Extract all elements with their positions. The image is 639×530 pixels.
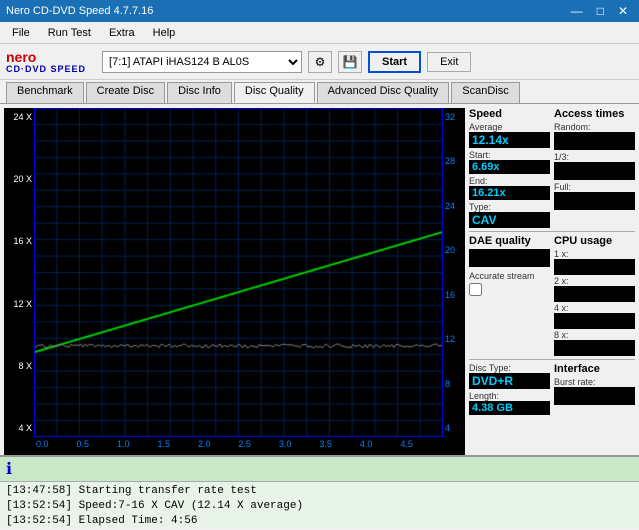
log-line-2: [13:52:54] Speed:7-16 X CAV (12.14 X ave… [6,499,633,514]
interface-section: Interface Burst rate: [554,363,635,415]
onethird-value-box [554,162,635,180]
menu-help[interactable]: Help [145,25,184,41]
dae-quality-box [469,249,550,267]
start-value: 6.69x [469,160,550,174]
accurate-stream-checkbox[interactable] [469,283,482,296]
drive-select[interactable]: [7:1] ATAPI iHAS124 B AL0S [102,51,302,73]
access-times-title: Access times [554,108,635,120]
right-panel: Speed Average 12.14x Start: 6.69x End: 1… [467,104,639,455]
log-content: [13:47:58] Starting transfer rate test [… [0,482,639,530]
dae-quality-title: DAE quality [469,235,550,247]
options-icon-button[interactable]: ⚙ [308,51,332,73]
speed-title: Speed [469,108,550,120]
cpu-2x-box [554,286,635,302]
type-label: Type: [469,202,550,212]
start-label: Start: [469,150,550,160]
accurate-stream-label: Accurate stream [469,271,550,281]
full-label: Full: [554,182,635,192]
burst-label: Burst rate: [554,377,635,387]
log-area: ℹ [13:47:58] Starting transfer rate test… [0,455,639,529]
toolbar: nero CD·DVD SPEED [7:1] ATAPI iHAS124 B … [0,44,639,80]
log-icon: ℹ [6,459,12,479]
tab-scan-disc[interactable]: ScanDisc [451,82,519,103]
random-value-box [554,132,635,150]
interface-title: Interface [554,363,635,375]
full-value-box [554,192,635,210]
menubar: File Run Test Extra Help [0,22,639,44]
tab-create-disc[interactable]: Create Disc [86,82,165,103]
start-button[interactable]: Start [368,51,421,73]
menu-extra[interactable]: Extra [101,25,143,41]
type-value: CAV [469,212,550,228]
exit-button[interactable]: Exit [427,52,471,72]
minimize-button[interactable]: — [566,3,588,19]
average-label: Average [469,122,550,132]
cpu-4x-box [554,313,635,329]
disc-section: Disc Type: DVD+R Length: 4.38 GB [469,363,550,415]
tab-disc-quality[interactable]: Disc Quality [234,82,315,103]
random-label: Random: [554,122,635,132]
log-header: ℹ [0,457,639,482]
disc-type-value: DVD+R [469,373,550,389]
tab-benchmark[interactable]: Benchmark [6,82,84,103]
disc-length-label: Length: [469,391,550,401]
access-times-section: Access times Random: 1/3: Full: [554,108,635,228]
disc-type-label: Disc Type: [469,363,550,373]
chart-area: 24 X 20 X 16 X 12 X 8 X 4 X 32 28 24 20 [4,108,465,455]
8x-label: 8 x: [554,330,635,340]
logo-sub: CD·DVD SPEED [6,64,86,74]
cpu-1x-box [554,259,635,275]
2x-label: 2 x: [554,276,635,286]
end-label: End: [469,176,550,186]
y-axis-right: 32 28 24 20 16 12 8 4 [443,108,465,437]
tab-advanced-disc-quality[interactable]: Advanced Disc Quality [317,82,450,103]
close-button[interactable]: ✕ [613,3,633,19]
titlebar: Nero CD-DVD Speed 4.7.7.16 — □ ✕ [0,0,639,22]
onethird-label: 1/3: [554,152,635,162]
x-axis: 0.0 0.5 1.0 1.5 2.0 2.5 3.0 3.5 4.0 4.5 [4,437,465,455]
burst-value-box [554,387,635,405]
menu-run-test[interactable]: Run Test [40,25,99,41]
dae-quality-section: DAE quality Accurate stream [469,235,550,356]
cpu-8x-box [554,340,635,356]
menu-file[interactable]: File [4,25,38,41]
app-title: Nero CD-DVD Speed 4.7.7.16 [6,5,153,17]
average-value: 12.14x [469,132,550,148]
cpu-usage-title: CPU usage [554,235,635,247]
speed-section: Speed Average 12.14x Start: 6.69x End: 1… [469,108,550,228]
window-controls: — □ ✕ [566,3,633,19]
y-axis-left: 24 X 20 X 16 X 12 X 8 X 4 X [4,108,34,437]
logo-nero: nero [6,50,36,64]
cpu-usage-section: CPU usage 1 x: 2 x: 4 x: 8 x: [554,235,635,356]
4x-label: 4 x: [554,303,635,313]
1x-label: 1 x: [554,249,635,259]
log-line-1: [13:47:58] Starting transfer rate test [6,484,633,499]
logo: nero CD·DVD SPEED [6,50,86,74]
disc-length-value: 4.38 GB [469,401,550,415]
maximize-button[interactable]: □ [592,3,609,19]
end-value: 16.21x [469,186,550,200]
log-line-3: [13:52:54] Elapsed Time: 4:56 [6,514,633,529]
tab-disc-info[interactable]: Disc Info [167,82,232,103]
tab-bar: Benchmark Create Disc Disc Info Disc Qua… [0,80,639,104]
save-icon-button[interactable]: 💾 [338,51,362,73]
